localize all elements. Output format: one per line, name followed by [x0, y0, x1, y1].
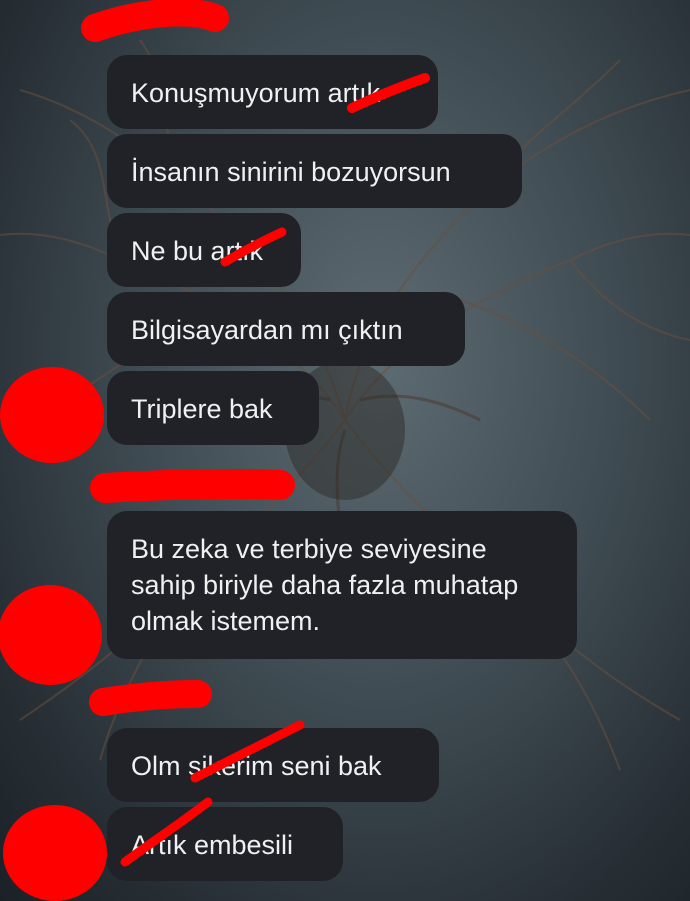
- message-text: Bu zeka ve terbiye seviyesine sahip biri…: [131, 534, 519, 636]
- message-text: İnsanın sinirini bozuyorsun: [131, 157, 451, 187]
- message-bubble-8[interactable]: Artık embesili: [107, 807, 343, 881]
- message-text: Artık embesili: [131, 830, 294, 860]
- message-text: Bilgisayardan mı çıktın: [131, 315, 403, 345]
- message-text: Ne bu artık: [131, 236, 264, 266]
- message-text: Triplere bak: [131, 394, 273, 424]
- message-text: Konuşmuyorum artık: [131, 78, 381, 108]
- message-text: Olm sikerim seni bak: [131, 751, 382, 781]
- message-bubble-2[interactable]: İnsanın sinirini bozuyorsun: [107, 134, 522, 208]
- message-bubble-1[interactable]: Konuşmuyorum artık: [107, 55, 438, 129]
- message-bubble-3[interactable]: Ne bu artık: [107, 213, 301, 287]
- message-bubble-4[interactable]: Bilgisayardan mı çıktın: [107, 292, 465, 366]
- message-bubble-6[interactable]: Bu zeka ve terbiye seviyesine sahip biri…: [107, 511, 577, 659]
- message-bubble-7[interactable]: Olm sikerim seni bak: [107, 728, 439, 802]
- message-bubble-5[interactable]: Triplere bak: [107, 371, 319, 445]
